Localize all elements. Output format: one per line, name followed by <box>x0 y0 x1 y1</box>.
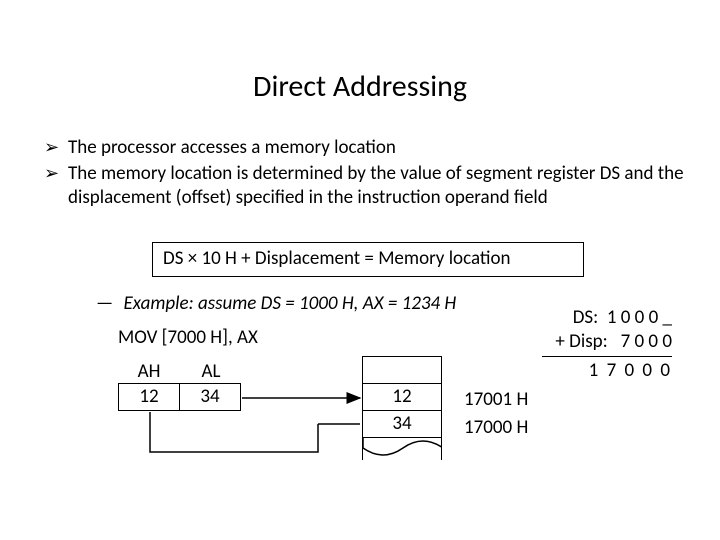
bullet-text: The processor accesses a memory location <box>68 136 684 160</box>
calc-line-ds: DS: 1 0 0 0 _ <box>472 306 672 330</box>
bullet-text: The memory location is determined by the… <box>68 162 684 210</box>
bullet-arrow-icon: ➢ <box>44 162 68 185</box>
memory-cell-lo: 34 <box>362 411 442 438</box>
example-label: Example: <box>124 292 194 315</box>
bullet-arrow-icon: ➢ <box>44 136 68 159</box>
address-calculation: DS: 1 0 0 0 _ + Disp: 7 0 0 0 1 7 0 0 0 <box>472 306 672 382</box>
reg-ah-label: AH <box>118 360 180 383</box>
memory-address-lo: 17000 H <box>464 416 528 439</box>
example-line: — Example: assume DS = 1000 H, AX = 1234… <box>96 292 456 315</box>
memory-block: 12 34 <box>362 356 442 460</box>
calc-result: 1 7 0 0 0 <box>472 359 672 383</box>
reg-al-label: AL <box>180 360 242 383</box>
instruction-text: MOV [7000 H], AX <box>118 326 258 349</box>
calc-line-disp: + Disp: 7 0 0 0 <box>472 330 672 354</box>
reg-al-value: 34 <box>180 383 241 411</box>
bullet-item: ➢ The memory location is determined by t… <box>44 162 684 210</box>
memory-cell-top <box>362 356 442 384</box>
bullet-item: ➢ The processor accesses a memory locati… <box>44 136 684 160</box>
formula-box: DS × 10 H + Displacement = Memory locati… <box>152 242 584 277</box>
bullet-list: ➢ The processor accesses a memory locati… <box>44 136 684 211</box>
slide-title: Direct Addressing <box>0 68 720 105</box>
reg-ah-value: 12 <box>118 383 180 411</box>
calc-rule-line <box>542 356 672 357</box>
slide: Direct Addressing ➢ The processor access… <box>0 0 720 540</box>
memory-cell-hi: 12 <box>362 384 442 411</box>
memory-torn-edge-icon <box>362 438 442 460</box>
example-body: assume DS = 1000 H, AX = 1234 H <box>198 292 456 315</box>
memory-address-hi: 17001 H <box>464 388 528 411</box>
register-ax: AH AL 12 34 <box>118 360 242 411</box>
em-dash-icon: — <box>96 292 113 315</box>
